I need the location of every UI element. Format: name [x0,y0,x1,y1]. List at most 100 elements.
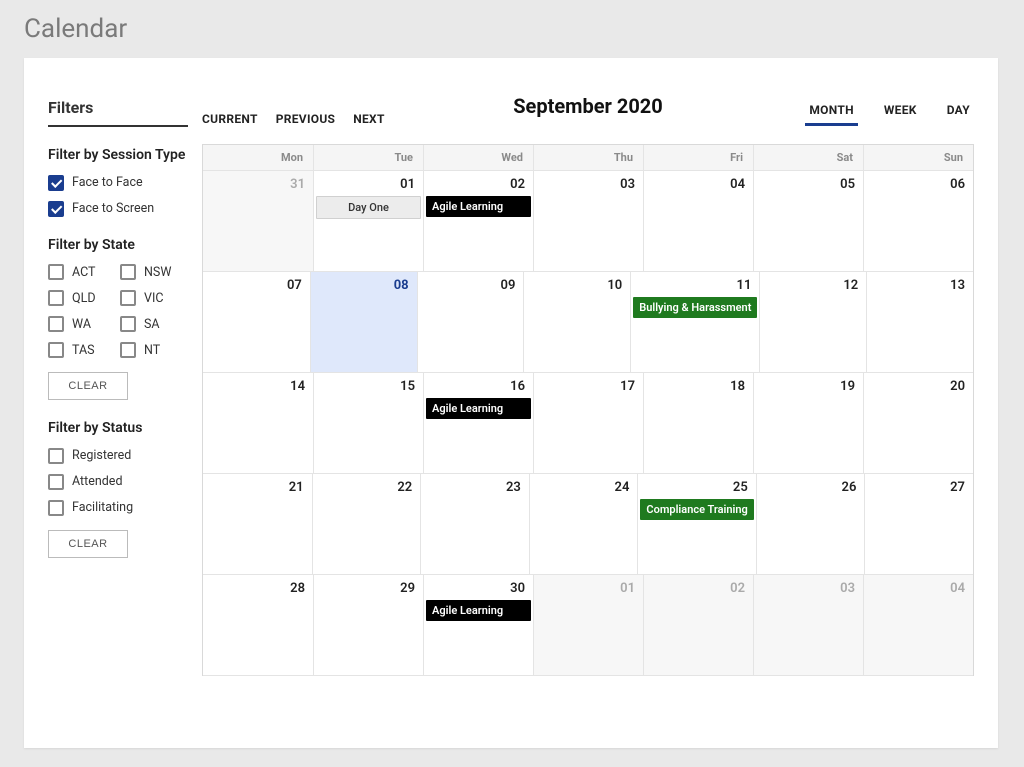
checkbox-icon[interactable] [48,448,64,464]
checkbox-state[interactable]: QLD [48,290,116,306]
day-cell[interactable]: 01 [533,575,643,675]
day-cell[interactable]: 24 [529,474,638,574]
checkbox-state[interactable]: VIC [120,290,188,306]
checkbox-state[interactable]: NT [120,342,188,358]
day-number: 09 [422,278,516,293]
day-cell[interactable]: 23 [420,474,529,574]
day-number: 06 [868,177,965,192]
calendar-event[interactable]: Compliance Training [640,499,753,520]
day-number: 16 [428,379,525,394]
checkbox-status[interactable]: Registered [48,448,188,464]
day-cell[interactable]: 02 [643,575,753,675]
day-cell[interactable]: 27 [864,474,973,574]
clear-state-button[interactable]: CLEAR [48,372,128,400]
day-number: 18 [648,379,745,394]
day-cell[interactable]: 01 Day One [313,171,423,271]
day-number: 24 [534,480,630,495]
filters-sidebar: Filters Filter by Session Type Face to F… [48,98,188,724]
clear-status-button[interactable]: CLEAR [48,530,128,558]
day-cell[interactable]: 12 [759,272,866,372]
checkbox-label: NSW [144,265,171,280]
day-cell[interactable]: 25Compliance Training [637,474,755,574]
calendar-event[interactable]: Bullying & Harassment [633,297,757,318]
day-cell[interactable]: 29 [313,575,423,675]
checkbox-session-type[interactable]: Face to Face [48,175,188,191]
day-cell[interactable]: 26 [756,474,865,574]
checkbox-icon[interactable] [120,342,136,358]
checkbox-label: ACT [72,265,96,280]
day-cell[interactable]: 04 [863,575,973,675]
day-cell[interactable]: 28 [203,575,313,675]
day-cell[interactable]: 13 [866,272,973,372]
checkbox-label: Attended [72,474,123,489]
nav-next-button[interactable]: NEXT [353,112,384,126]
checkbox-state[interactable]: ACT [48,264,116,280]
day-cell[interactable]: 17 [533,373,643,473]
calendar-event[interactable]: Agile Learning [426,600,531,621]
calendar-event[interactable]: Agile Learning [426,398,531,419]
day-cell[interactable]: 19 [753,373,863,473]
filter-title-status: Filter by Status [48,420,188,438]
checkbox-state[interactable]: WA [48,316,116,332]
checkbox-icon[interactable] [48,342,64,358]
day-cell[interactable]: 06 [863,171,973,271]
day-cell[interactable]: 15 [313,373,423,473]
calendar-event[interactable]: Agile Learning [426,196,531,217]
checkbox-icon[interactable] [120,264,136,280]
checkbox-icon[interactable] [120,316,136,332]
day-cell[interactable]: 16 Agile Learning [423,373,533,473]
tab-month[interactable]: MONTH [805,103,857,126]
day-cell[interactable]: 22 [312,474,421,574]
checkbox-state[interactable]: SA [120,316,188,332]
weekday-header: Thu [533,145,643,171]
nav-previous-button[interactable]: PREVIOUS [276,112,336,126]
calendar-grid: MonTueWedThuFriSatSun 3101Day One02Agile… [202,144,974,676]
day-cell[interactable]: 30Agile Learning [423,575,533,675]
checkbox-icon[interactable] [48,316,64,332]
day-cell[interactable]: 18 [643,373,753,473]
checkbox-session-type[interactable]: Face to Screen [48,201,188,217]
checkbox-icon[interactable] [48,290,64,306]
day-number: 29 [318,581,415,596]
day-cell[interactable]: 07 [203,272,310,372]
day-number: 10 [528,278,622,293]
day-cell[interactable]: 31 [203,171,313,271]
day-cell[interactable]: 02Agile Learning [423,171,533,271]
day-number: 08 [315,278,409,293]
checkbox-label: Face to Face [72,175,143,190]
day-number: 22 [317,480,413,495]
day-cell[interactable]: 04 [643,171,753,271]
calendar-event[interactable]: Day One [316,196,421,219]
checkbox-icon[interactable] [120,290,136,306]
filter-title-session-type: Filter by Session Type [48,147,188,165]
calendar-week-row: 31 01 Day One02Agile Learning 03 0405 06 [203,171,973,272]
nav-current-button[interactable]: CURRENT [202,112,258,126]
filter-group-session-type: Filter by Session Type Face to Face Face … [48,147,188,217]
day-cell[interactable]: 10 [523,272,630,372]
checkbox-icon[interactable] [48,264,64,280]
day-number: 14 [207,379,305,394]
checkbox-icon[interactable] [48,201,64,217]
day-cell[interactable]: 03 [753,575,863,675]
day-number: 03 [538,177,635,192]
day-cell[interactable]: 11Bullying & Harassment [630,272,759,372]
day-cell[interactable]: 09 [417,272,524,372]
tab-week[interactable]: WEEK [880,103,921,126]
day-cell[interactable]: 20 [863,373,973,473]
day-cell[interactable]: 05 [753,171,863,271]
day-number: 04 [868,581,965,596]
checkbox-status[interactable]: Attended [48,474,188,490]
checkbox-label: TAS [72,343,95,358]
checkbox-state[interactable]: NSW [120,264,188,280]
checkbox-state[interactable]: TAS [48,342,116,358]
day-number: 01 [318,177,415,192]
checkbox-status[interactable]: Facilitating [48,500,188,516]
checkbox-icon[interactable] [48,500,64,516]
day-cell[interactable]: 03 [533,171,643,271]
day-cell[interactable]: 08 [310,272,417,372]
day-cell[interactable]: 21 [203,474,312,574]
checkbox-icon[interactable] [48,474,64,490]
day-cell[interactable]: 14 [203,373,313,473]
checkbox-icon[interactable] [48,175,64,191]
tab-day[interactable]: DAY [943,103,974,126]
